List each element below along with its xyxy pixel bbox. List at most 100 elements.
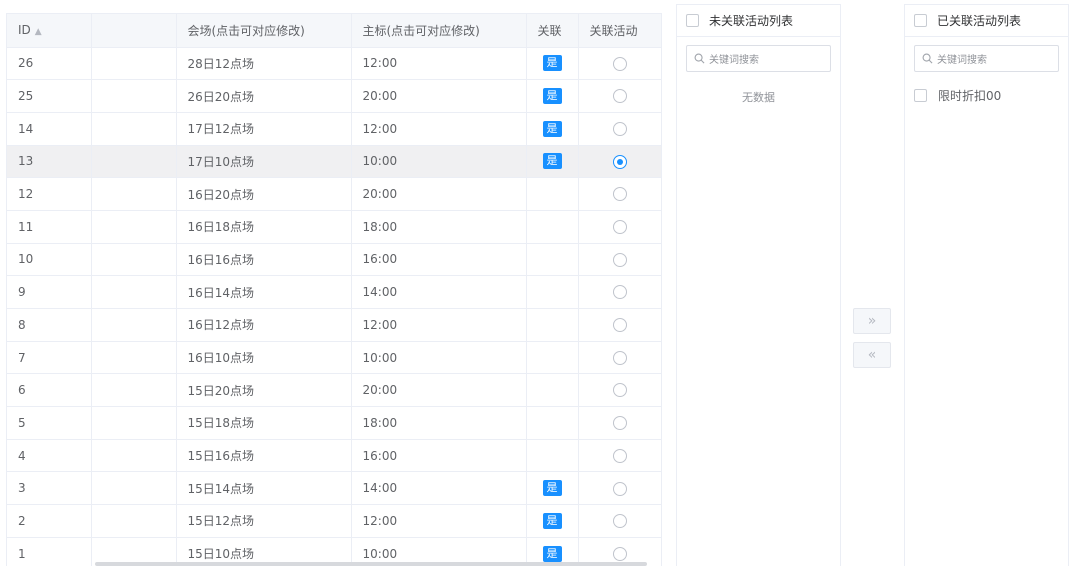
cell-main-time[interactable]: 16:00 (351, 439, 527, 473)
linked-item[interactable]: 限时折扣00 (905, 87, 1068, 104)
cell-main-time[interactable]: 12:00 (351, 504, 527, 538)
cell-main-time[interactable]: 12:00 (351, 112, 527, 146)
unlinked-search-input[interactable]: 关键词搜索 (686, 45, 831, 72)
table-row[interactable]: 2 15日12点场 12:00 是 (7, 504, 661, 538)
link-activity-radio[interactable] (613, 187, 628, 202)
cell-id: 1 (7, 537, 92, 566)
cell-blank (91, 373, 177, 408)
linked-item-label: 限时折扣00 (938, 89, 1002, 103)
table-row[interactable]: 6 15日20点场 20:00 (7, 373, 661, 408)
cell-link-activity (578, 243, 661, 277)
link-activity-radio[interactable] (613, 285, 628, 300)
cell-venue[interactable]: 16日14点场 (176, 275, 352, 309)
table-row[interactable]: 11 16日18点场 18:00 (7, 210, 661, 244)
cell-main-time[interactable]: 12:00 (351, 47, 527, 81)
search-icon (694, 53, 705, 64)
linked-select-all-checkbox[interactable] (914, 14, 927, 27)
table-row[interactable]: 25 26日20点场 20:00 是 (7, 79, 661, 113)
cell-venue[interactable]: 15日12点场 (176, 504, 352, 538)
linked-search-input[interactable]: 关键词搜索 (914, 45, 1059, 72)
table-row[interactable]: 14 17日12点场 12:00 是 (7, 112, 661, 146)
chevron-double-left-icon: « (867, 347, 877, 363)
sort-icon[interactable]: ▲︎ (35, 27, 42, 37)
col-header-id[interactable]: ID ▲︎ (7, 14, 92, 48)
col-header-blank (91, 14, 177, 48)
cell-venue[interactable]: 16日20点场 (176, 177, 352, 211)
cell-venue[interactable]: 15日18点场 (176, 406, 352, 440)
cell-main-time[interactable]: 10:00 (351, 341, 527, 375)
linked-item-checkbox[interactable] (914, 89, 927, 102)
search-icon (922, 53, 933, 64)
table-row[interactable]: 7 16日10点场 10:00 (7, 341, 661, 375)
link-activity-radio[interactable] (613, 481, 628, 496)
cell-venue[interactable]: 16日18点场 (176, 210, 352, 244)
cell-venue[interactable]: 15日16点场 (176, 439, 352, 473)
cell-main-time[interactable]: 20:00 (351, 177, 527, 211)
cell-main-time[interactable]: 14:00 (351, 471, 527, 506)
link-activity-radio[interactable] (613, 416, 628, 431)
cell-linked: 是 (526, 112, 579, 146)
cell-main-time[interactable]: 10:00 (351, 145, 527, 179)
cell-venue[interactable]: 17日10点场 (176, 145, 352, 179)
linked-badge: 是 (542, 480, 562, 497)
cell-main-time[interactable]: 20:00 (351, 373, 527, 408)
col-header-venue: 会场(点击可对应修改) (176, 14, 352, 48)
cell-linked: 是 (526, 504, 579, 538)
col-header-id-label: ID (18, 23, 31, 38)
horizontal-scrollbar[interactable] (95, 562, 647, 566)
cell-link-activity (578, 145, 661, 179)
cell-blank (91, 79, 177, 113)
cell-link-activity (578, 79, 661, 113)
table-row[interactable]: 26 28日12点场 12:00 是 (7, 47, 661, 81)
table-row[interactable]: 3 15日14点场 14:00 是 (7, 471, 661, 506)
move-right-button[interactable]: » (853, 308, 891, 334)
cell-main-time[interactable]: 14:00 (351, 275, 527, 309)
link-activity-radio[interactable] (613, 546, 628, 561)
table-row[interactable]: 8 16日12点场 12:00 (7, 308, 661, 342)
link-activity-radio[interactable] (613, 448, 628, 463)
activity-table: ID ▲︎ 会场(点击可对应修改) 主标(点击可对应修改) 关联 关联活动 26 2… (6, 13, 662, 566)
linked-badge: 是 (542, 88, 562, 105)
link-activity-radio[interactable] (613, 154, 628, 169)
link-activity-radio[interactable] (613, 514, 628, 529)
move-left-button[interactable]: « (853, 342, 891, 368)
unlinked-select-all-checkbox[interactable] (686, 14, 699, 27)
cell-main-time[interactable]: 16:00 (351, 243, 527, 277)
cell-venue[interactable]: 16日10点场 (176, 341, 352, 375)
cell-link-activity (578, 373, 661, 408)
unlinked-activity-panel: 未关联活动列表 关键词搜索 无数据 (676, 4, 841, 566)
link-activity-radio[interactable] (613, 56, 628, 71)
cell-blank (91, 145, 177, 179)
cell-main-time[interactable]: 20:00 (351, 79, 527, 113)
table-row[interactable]: 10 16日16点场 16:00 (7, 243, 661, 277)
cell-id: 4 (7, 439, 92, 473)
cell-link-activity (578, 308, 661, 342)
link-activity-radio[interactable] (613, 121, 628, 136)
cell-venue[interactable]: 26日20点场 (176, 79, 352, 113)
table-row[interactable]: 12 16日20点场 20:00 (7, 177, 661, 211)
cell-link-activity (578, 406, 661, 440)
table-row[interactable]: 5 15日18点场 18:00 (7, 406, 661, 440)
cell-venue[interactable]: 17日12点场 (176, 112, 352, 146)
table-row[interactable]: 13 17日10点场 10:00 是 (7, 145, 661, 179)
link-activity-radio[interactable] (613, 220, 628, 235)
cell-id: 6 (7, 373, 92, 408)
cell-venue[interactable]: 15日20点场 (176, 373, 352, 408)
cell-venue[interactable]: 28日12点场 (176, 47, 352, 81)
link-activity-radio[interactable] (613, 252, 628, 267)
cell-venue[interactable]: 16日12点场 (176, 308, 352, 342)
link-activity-radio[interactable] (613, 318, 628, 333)
link-activity-radio[interactable] (613, 350, 628, 365)
cell-main-time[interactable]: 18:00 (351, 210, 527, 244)
link-activity-radio[interactable] (613, 383, 628, 398)
cell-main-time[interactable]: 12:00 (351, 308, 527, 342)
cell-blank (91, 341, 177, 375)
table-row[interactable]: 4 15日16点场 16:00 (7, 439, 661, 473)
cell-linked: 是 (526, 145, 579, 179)
cell-venue[interactable]: 15日14点场 (176, 471, 352, 506)
col-header-link-activity: 关联活动 (578, 14, 661, 48)
cell-main-time[interactable]: 18:00 (351, 406, 527, 440)
table-row[interactable]: 9 16日14点场 14:00 (7, 275, 661, 309)
link-activity-radio[interactable] (613, 89, 628, 104)
cell-venue[interactable]: 16日16点场 (176, 243, 352, 277)
